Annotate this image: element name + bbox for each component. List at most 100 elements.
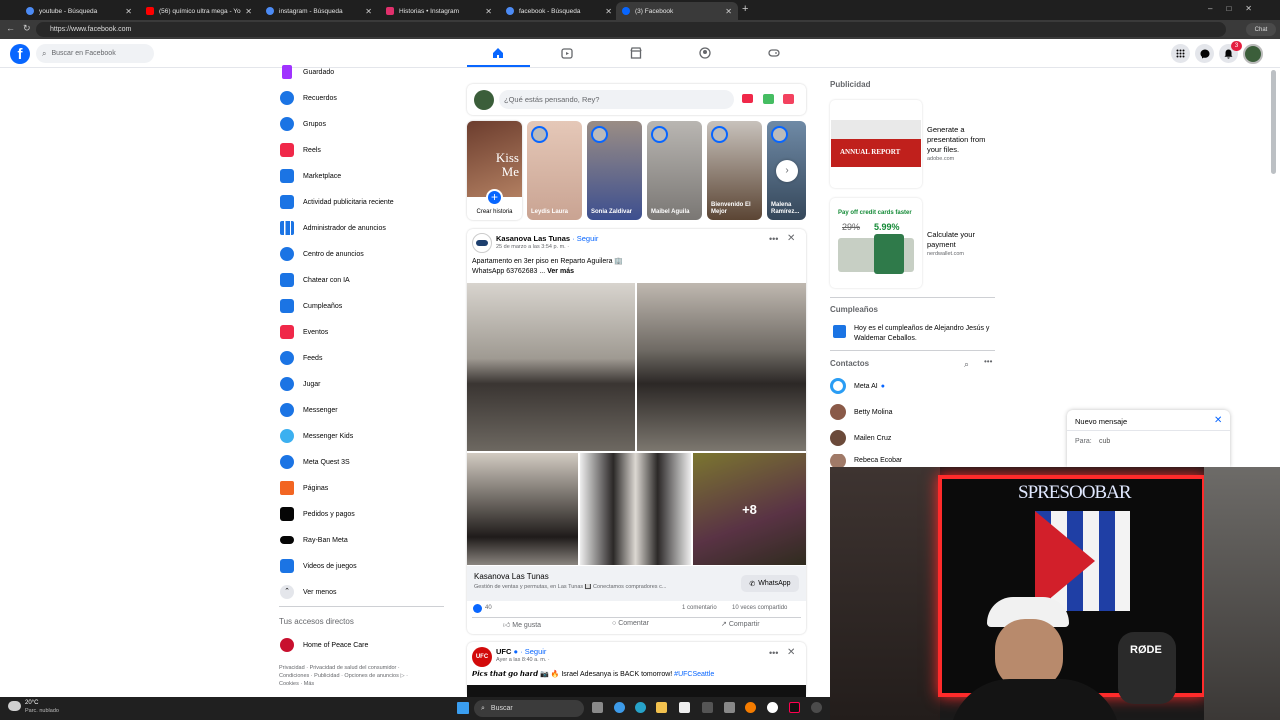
- browser-tab[interactable]: facebook - Búsqueda ✕: [500, 2, 618, 20]
- close-icon[interactable]: ✕: [787, 647, 795, 658]
- more-options-icon[interactable]: •••: [769, 234, 778, 244]
- close-icon[interactable]: ✕: [365, 7, 372, 16]
- browser-tab[interactable]: instagram - Búsqueda ✕: [260, 2, 378, 20]
- contact-item[interactable]: Betty Molina: [830, 402, 893, 422]
- app-icon[interactable]: [811, 702, 822, 713]
- messenger-icon[interactable]: [1195, 44, 1214, 63]
- birthday-text[interactable]: Hoy es el cumpleaños de Alejandro Jesús …: [854, 324, 996, 344]
- post-photo[interactable]: [580, 453, 691, 565]
- browser-tab-active[interactable]: (3) Facebook ✕: [616, 2, 738, 20]
- sidebar-item-administrador-anuncios[interactable]: Administrador de anuncios: [280, 220, 386, 236]
- photo-icon[interactable]: [763, 94, 774, 104]
- windows-start-icon[interactable]: [457, 702, 469, 714]
- taskbar-search[interactable]: ⌕ Buscar: [474, 700, 584, 717]
- copilot-icon[interactable]: [614, 702, 625, 713]
- home-icon[interactable]: [491, 46, 505, 60]
- groups-icon[interactable]: [698, 46, 712, 60]
- post-photo[interactable]: [467, 453, 578, 565]
- menu-grid-icon[interactable]: [1171, 44, 1190, 63]
- sidebar-item-reels[interactable]: Reels: [280, 142, 321, 158]
- sidebar-item-recuerdos[interactable]: Recuerdos: [280, 90, 337, 106]
- see-less-button[interactable]: ⌃ Ver menos: [280, 584, 336, 600]
- close-icon[interactable]: ✕: [125, 7, 132, 16]
- reel-icon[interactable]: [783, 94, 794, 104]
- obs-icon[interactable]: [767, 702, 778, 713]
- sidebar-item-grupos[interactable]: Grupos: [280, 116, 326, 132]
- window-controls[interactable]: –□✕: [1208, 4, 1266, 13]
- reload-icon[interactable]: ↻: [23, 23, 31, 34]
- search-input[interactable]: ⌕ Buscar en Facebook: [36, 44, 154, 63]
- sidebar-item-chatear-ia[interactable]: Chatear con IA: [280, 272, 350, 288]
- post-author[interactable]: Kasanova Las Tunas · Seguir: [496, 234, 598, 243]
- ad-title[interactable]: Calculate your payment: [927, 230, 995, 250]
- post-photo[interactable]: [637, 283, 806, 451]
- contact-item[interactable]: Mailen Cruz: [830, 428, 891, 448]
- facebook-logo[interactable]: f: [10, 44, 30, 64]
- story-card[interactable]: Leydis Laura: [527, 121, 582, 220]
- app-icon[interactable]: [702, 702, 713, 713]
- ad-image[interactable]: Pay off credit cards faster 29% 5.99%: [830, 198, 922, 288]
- marketplace-icon[interactable]: [629, 46, 643, 60]
- whatsapp-button[interactable]: ✆ WhatsApp: [741, 575, 799, 592]
- more-options-icon[interactable]: •••: [984, 357, 992, 366]
- search-icon[interactable]: ⌕: [964, 359, 969, 370]
- live-video-icon[interactable]: [742, 94, 753, 103]
- post-timestamp[interactable]: Ayer a las 8:40 a. m. ·: [496, 657, 550, 663]
- video-icon[interactable]: [560, 46, 574, 60]
- story-card[interactable]: Bienvenido El Mejor: [707, 121, 762, 220]
- composer-input[interactable]: ¿Qué estás pensando, Rey?: [499, 90, 734, 109]
- post-timestamp[interactable]: 25 de marzo a las 3:54 p. m. ·: [496, 244, 569, 250]
- app-icon[interactable]: [724, 702, 735, 713]
- sidebar-item-messenger-kids[interactable]: Messenger Kids: [280, 428, 353, 444]
- hashtag-link[interactable]: #UFCSeattle: [674, 671, 714, 678]
- profile-avatar[interactable]: [1243, 44, 1263, 64]
- sidebar-item-pedidos-pagos[interactable]: Pedidos y pagos: [280, 506, 355, 522]
- post-photo[interactable]: [467, 283, 635, 451]
- file-explorer-icon[interactable]: [656, 702, 667, 713]
- post-media[interactable]: [467, 685, 806, 697]
- sidebar-item-messenger[interactable]: Messenger: [280, 402, 338, 418]
- reaction-count[interactable]: 40: [485, 605, 492, 611]
- more-options-icon[interactable]: •••: [769, 648, 778, 658]
- gaming-icon[interactable]: [767, 46, 781, 60]
- comment-button[interactable]: ○ Comentar: [612, 620, 649, 627]
- follow-link[interactable]: · Seguir: [572, 234, 598, 243]
- share-count[interactable]: 10 veces compartido: [732, 605, 787, 611]
- edge-icon[interactable]: [635, 702, 646, 713]
- contact-item[interactable]: Meta AI ●: [830, 376, 885, 396]
- follow-link[interactable]: · Seguir: [520, 647, 546, 656]
- share-button[interactable]: ↗ Compartir: [721, 620, 760, 628]
- post-author[interactable]: UFC ● · Seguir: [496, 647, 546, 656]
- sidebar-item-paginas[interactable]: Páginas: [280, 480, 328, 496]
- contact-item[interactable]: Rebeca Ecobar: [830, 454, 902, 467]
- close-icon[interactable]: ✕: [605, 7, 612, 16]
- sidebar-item-guardado[interactable]: Guardado: [280, 64, 334, 80]
- back-icon[interactable]: ←: [6, 23, 15, 33]
- sidebar-item-meta-quest[interactable]: Meta Quest 3S: [280, 454, 350, 470]
- sidebar-item-videos-juegos[interactable]: Videos de juegos: [280, 558, 357, 574]
- page-avatar[interactable]: [472, 233, 492, 253]
- url-input[interactable]: https://www.facebook.com: [36, 22, 1226, 37]
- page-avatar[interactable]: UFC: [472, 647, 492, 667]
- sidebar-item-marketplace[interactable]: Marketplace: [280, 168, 341, 184]
- close-icon[interactable]: ✕: [485, 7, 492, 16]
- browser-tab[interactable]: youtube - Búsqueda ✕: [20, 2, 138, 20]
- new-tab-button[interactable]: +: [742, 3, 748, 15]
- footer-links[interactable]: Privacidad · Privacidad de salud del con…: [279, 664, 408, 688]
- sidebar-item-actividad-publicitaria[interactable]: Actividad publicitaria reciente: [280, 194, 394, 210]
- story-card[interactable]: Sonia Zaldivar: [587, 121, 642, 220]
- see-more-link[interactable]: Ver más: [547, 268, 574, 275]
- browser-tab[interactable]: (56) químico ultra mega - YouTube✕: [140, 2, 258, 20]
- close-icon[interactable]: ✕: [725, 7, 732, 16]
- like-button[interactable]: 👍︎ Me gusta: [503, 620, 541, 629]
- chat-button[interactable]: Chat: [1246, 23, 1276, 36]
- shortcut-home-of-peace-care[interactable]: Home of Peace Care: [280, 637, 368, 653]
- tiktok-icon[interactable]: [789, 702, 800, 713]
- stories-next-button[interactable]: ›: [776, 160, 798, 182]
- browser-tab[interactable]: Historias • Instagram ✕: [380, 2, 498, 20]
- close-icon[interactable]: ✕: [787, 233, 795, 244]
- scrollbar-thumb[interactable]: [1271, 70, 1276, 174]
- firefox-icon[interactable]: [745, 702, 756, 713]
- story-card[interactable]: Maibel Aguila: [647, 121, 702, 220]
- comment-count[interactable]: 1 comentario: [682, 605, 717, 611]
